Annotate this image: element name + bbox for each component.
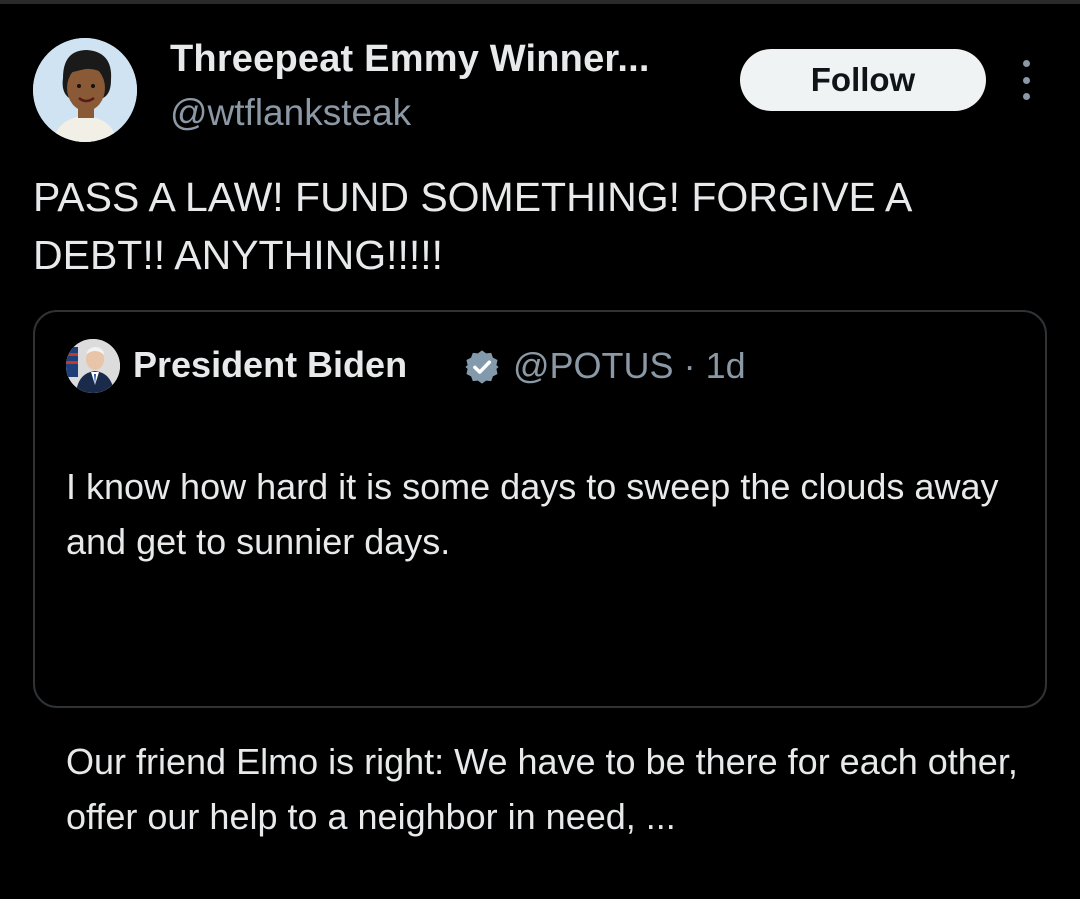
quoted-author-name[interactable]: President Biden: [133, 344, 407, 386]
more-dot: [1022, 93, 1030, 100]
more-dot: [1022, 76, 1030, 84]
quoted-tweet-text: I know how hard it is some days to sweep…: [66, 404, 1026, 899]
more-vertical-icon[interactable]: [1012, 60, 1040, 100]
author-display-name[interactable]: Threepeat Emmy Winner...: [170, 38, 650, 81]
cartoon-woman-avatar-icon: [33, 38, 137, 142]
quoted-tweet-time[interactable]: 1d: [706, 345, 746, 386]
follow-button[interactable]: Follow: [740, 49, 986, 111]
tweet-text: PASS A LAW! FUND SOMETHING! FORGIVE A DE…: [33, 174, 911, 278]
quoted-tweet-paragraph: Our friend Elmo is right: We have to be …: [66, 741, 1018, 837]
quoted-author-meta: @POTUS · 1d: [513, 345, 746, 387]
quoted-author-handle[interactable]: @POTUS: [513, 345, 674, 386]
quoted-tweet-paragraph: I know how hard it is some days to sweep…: [66, 466, 999, 562]
quoted-tweet-card[interactable]: President Biden @POTUS · 1d I know how h…: [33, 310, 1047, 837]
author-avatar[interactable]: [33, 38, 137, 142]
top-divider: [0, 0, 1080, 4]
president-portrait-icon: [66, 339, 120, 393]
author-handle[interactable]: @wtflanksteak: [170, 92, 411, 134]
more-dot: [1022, 60, 1030, 67]
meta-separator: ·: [683, 345, 696, 386]
quoted-author-avatar[interactable]: [66, 339, 120, 393]
verified-badge-icon: [465, 350, 499, 384]
